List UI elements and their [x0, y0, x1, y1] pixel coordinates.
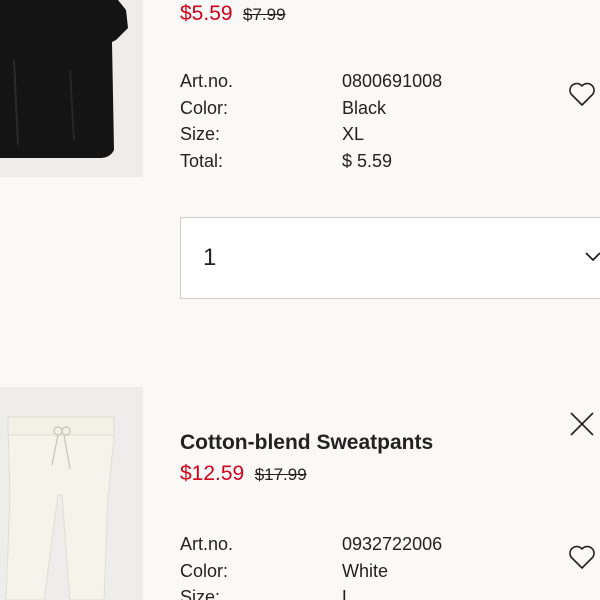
product-image[interactable] — [0, 0, 143, 177]
sale-price: $12.59 — [180, 462, 245, 485]
detail-value: XL — [342, 124, 365, 144]
product-image[interactable] — [0, 387, 143, 600]
detail-label: Art.no. — [180, 534, 234, 554]
cart-item: Cotton-blend Sweatpants $12.59 $17.99 Ar… — [0, 387, 600, 600]
detail-row-article: Art.no. 0932722006 — [180, 531, 442, 558]
detail-row-article: Art.no. 0800691008 — [180, 68, 442, 95]
quantity-value: 1 — [203, 244, 217, 271]
detail-label: Size: — [180, 124, 221, 144]
detail-value: $ 5.59 — [342, 150, 393, 171]
price-row: $12.59 $17.99 — [180, 462, 307, 486]
detail-value: Black — [342, 97, 387, 118]
close-icon — [570, 412, 594, 436]
favorite-button[interactable] — [567, 79, 597, 109]
detail-label: Art.no. — [180, 71, 234, 91]
original-price: $7.99 — [243, 5, 286, 24]
product-title[interactable]: Cotton-blend Sweatpants — [180, 431, 433, 455]
detail-label: Size: — [180, 587, 221, 600]
white-sweatpants-image — [0, 387, 143, 600]
remove-item-button[interactable] — [567, 409, 597, 439]
detail-row-size: Size: L — [180, 584, 442, 600]
detail-label: Total: — [180, 150, 224, 171]
quantity-select[interactable]: 1 — [180, 217, 600, 299]
detail-value: L — [342, 587, 353, 600]
favorite-button[interactable] — [567, 542, 597, 572]
detail-value: White — [342, 560, 389, 581]
detail-row-color: Color: White — [180, 558, 442, 585]
detail-label: Color: — [180, 97, 229, 118]
detail-row-color: Color: Black — [180, 95, 442, 122]
cart-item: $5.59 $7.99 Art.no. 0800691008 Color: Bl… — [0, 0, 600, 330]
detail-value: 0932722006 — [342, 534, 443, 554]
detail-value: 0800691008 — [342, 71, 443, 91]
detail-row-total: Total: $ 5.59 — [180, 148, 442, 175]
original-price: $17.99 — [254, 465, 307, 484]
sale-price: $5.59 — [180, 2, 233, 25]
detail-label: Color: — [180, 560, 229, 581]
shopping-bag-page: $5.59 $7.99 Art.no. 0800691008 Color: Bl… — [0, 0, 600, 600]
product-details: Art.no. 0932722006 Color: White Size: L — [180, 531, 442, 600]
heart-outline-icon — [569, 82, 595, 106]
heart-outline-icon — [569, 545, 595, 569]
black-tshirt-image — [0, 0, 143, 177]
chevron-down-icon — [585, 252, 600, 262]
product-details: Art.no. 0800691008 Color: Black Size: XL… — [180, 68, 442, 174]
price-row: $5.59 $7.99 — [180, 2, 286, 26]
detail-row-size: Size: XL — [180, 121, 442, 148]
